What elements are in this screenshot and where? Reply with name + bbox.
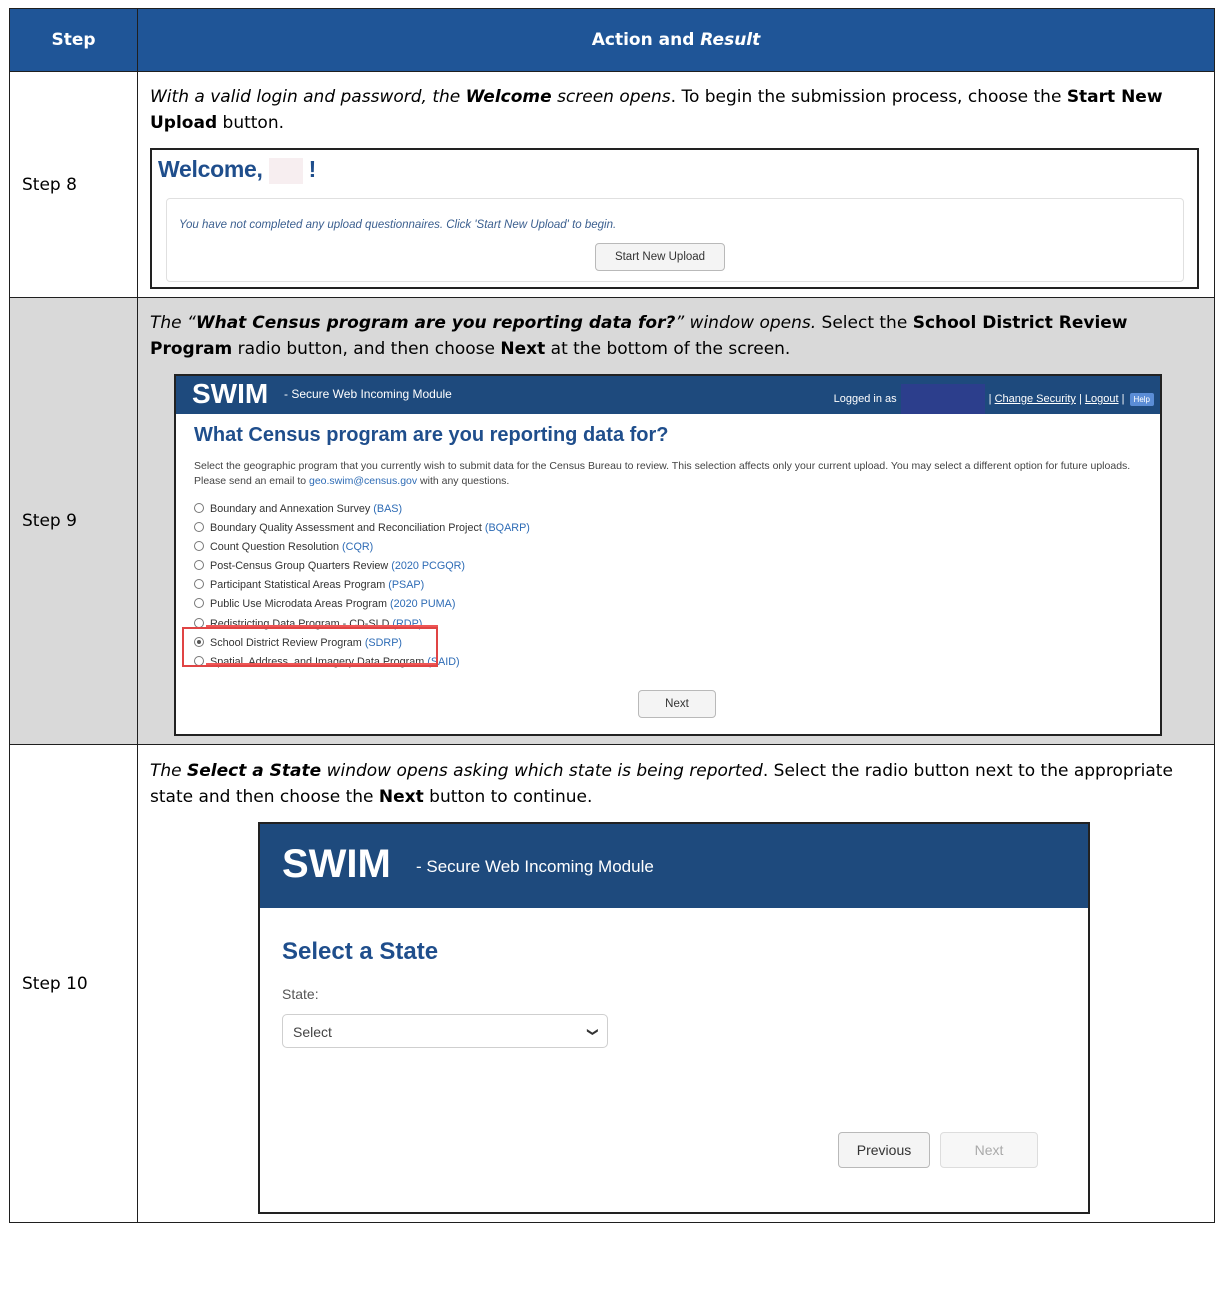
radio-button[interactable]: [194, 560, 204, 571]
instr-text: at the bottom of the screen.: [545, 339, 791, 359]
option-label: Count Question Resolution: [210, 541, 343, 553]
radio-button[interactable]: [194, 598, 204, 609]
header-row: Step Action and Result: [9, 8, 1215, 72]
option-abbr: (CQR): [342, 541, 374, 553]
previous-button[interactable]: Previous: [838, 1131, 930, 1168]
change-security-link[interactable]: Change Security: [995, 393, 1076, 405]
step-instruction: The Select a State window opens asking w…: [138, 746, 1214, 816]
instr-text: Select the: [816, 313, 913, 333]
option-label: Boundary Quality Assessment and Reconcil…: [210, 522, 485, 534]
next-button[interactable]: Next: [638, 690, 716, 718]
swim-logo: SWIM: [192, 378, 269, 409]
instr-bold: Next: [500, 339, 546, 359]
radio-button[interactable]: [194, 579, 204, 590]
program-option[interactable]: Boundary Quality Assessment and Reconcil…: [194, 520, 530, 536]
instr-bold: Welcome: [465, 87, 552, 107]
step-row-8: Step 8 With a valid login and password, …: [9, 71, 1215, 298]
step-content: With a valid login and password, the Wel…: [137, 71, 1215, 298]
option-label: Participant Statistical Areas Program: [210, 579, 389, 591]
program-option[interactable]: Count Question Resolution (CQR): [194, 539, 373, 555]
program-description: Select the geographic program that you c…: [194, 459, 1144, 489]
program-option[interactable]: Post-Census Group Quarters Review (2020 …: [194, 558, 465, 574]
instr-text: The: [150, 760, 188, 781]
option-abbr: (2020 PUMA): [390, 598, 456, 610]
program-title: What Census program are you reporting da…: [194, 424, 669, 446]
state-select-value: Select: [293, 1023, 332, 1040]
option-abbr: (BQARP): [484, 522, 530, 534]
state-label: State:: [282, 985, 319, 1002]
select-state-screenshot: SWIM - Secure Web Incoming Module Select…: [258, 821, 1090, 1214]
program-option[interactable]: Participant Statistical Areas Program (P…: [194, 577, 424, 593]
help-button[interactable]: Help: [1129, 392, 1154, 406]
swim-subtitle: - Secure Web Incoming Module: [416, 856, 654, 876]
instr-text: screen opens: [551, 87, 671, 107]
step-label: Step 10: [9, 744, 138, 1223]
radio-button[interactable]: [194, 541, 204, 552]
radio-button[interactable]: [194, 522, 204, 533]
welcome-screenshot: Welcome,! You have not completed any upl…: [150, 148, 1199, 289]
start-new-upload-button[interactable]: Start New Upload: [595, 243, 725, 271]
program-screenshot: SWIM - Secure Web Incoming Module Logged…: [174, 374, 1162, 736]
welcome-message: You have not completed any upload questi…: [179, 219, 617, 231]
step-instruction: The “What Census program are you reporti…: [138, 298, 1214, 368]
instr-text: button.: [217, 113, 285, 133]
instr-text: window opens asking which state is being…: [321, 760, 763, 781]
welcome-panel: You have not completed any upload questi…: [166, 198, 1184, 282]
swim-logo: SWIM: [282, 841, 391, 886]
option-label: Post-Census Group Quarters Review: [210, 560, 392, 572]
action-header-label: Action and: [591, 30, 701, 50]
instr-text: With a valid login and password, the: [150, 87, 466, 107]
instr-bold: What Census program are you reporting da…: [195, 313, 676, 333]
selection-highlight-box: [182, 627, 438, 667]
step-instruction: With a valid login and password, the Wel…: [138, 72, 1214, 142]
option-label: Boundary and Annexation Survey: [210, 503, 374, 515]
state-select[interactable]: Select ❯: [282, 1013, 608, 1048]
instr-text: button to continue.: [423, 786, 593, 807]
program-option[interactable]: Public Use Microdata Areas Program (2020…: [194, 596, 455, 612]
chevron-down-icon: ❯: [586, 1026, 599, 1037]
action-column-header: Action and Result: [137, 8, 1215, 72]
next-button[interactable]: Next: [940, 1131, 1038, 1168]
option-abbr: (PSAP): [388, 579, 425, 591]
redacted-user: [900, 384, 985, 414]
procedure-table: Step Action and Result Step 8 With a val…: [9, 8, 1215, 1223]
step-content: The “What Census program are you reporti…: [137, 297, 1215, 745]
description-text: with any questions.: [417, 475, 510, 487]
result-header-label: Result: [700, 30, 761, 50]
option-abbr: (2020 PCGQR): [391, 560, 466, 572]
swim-header-bar: SWIM - Secure Web Incoming Module Logged…: [176, 376, 1160, 414]
welcome-title-suffix: !: [308, 156, 317, 182]
redacted-username: [268, 157, 303, 184]
email-link[interactable]: geo.swim@census.gov: [309, 475, 417, 487]
radio-button[interactable]: [194, 503, 204, 514]
logout-link[interactable]: Logout: [1085, 393, 1119, 405]
step-content: The Select a State window opens asking w…: [137, 744, 1215, 1223]
step-row-10: Step 10 The Select a State window opens …: [9, 744, 1215, 1223]
instr-bold: Next: [378, 786, 424, 807]
select-state-title: Select a State: [282, 937, 439, 965]
option-abbr: (BAS): [373, 503, 403, 515]
step-label: Step 9: [9, 297, 138, 745]
login-area: Logged in as | Change Security | Logout |…: [834, 384, 1154, 414]
logged-in-label: Logged in as: [833, 392, 897, 405]
swim-header-bar: SWIM - Secure Web Incoming Module: [260, 823, 1088, 908]
instr-bold: Select a State: [187, 760, 322, 781]
instr-text: . To begin the submission process, choos…: [670, 87, 1067, 107]
step-label: Step 8: [9, 71, 138, 298]
step-row-9: Step 9 The “What Census program are you …: [9, 297, 1215, 745]
swim-subtitle: - Secure Web Incoming Module: [284, 387, 452, 401]
welcome-title: Welcome,!: [158, 156, 316, 184]
step-column-header: Step: [9, 8, 138, 72]
welcome-title-text: Welcome,: [158, 156, 263, 182]
instr-text: The “: [150, 313, 196, 333]
instr-text: ” window opens.: [675, 313, 817, 333]
instr-text: radio button, and then choose: [232, 339, 501, 359]
program-option[interactable]: Boundary and Annexation Survey (BAS): [194, 501, 402, 517]
option-label: Public Use Microdata Areas Program: [210, 598, 391, 610]
